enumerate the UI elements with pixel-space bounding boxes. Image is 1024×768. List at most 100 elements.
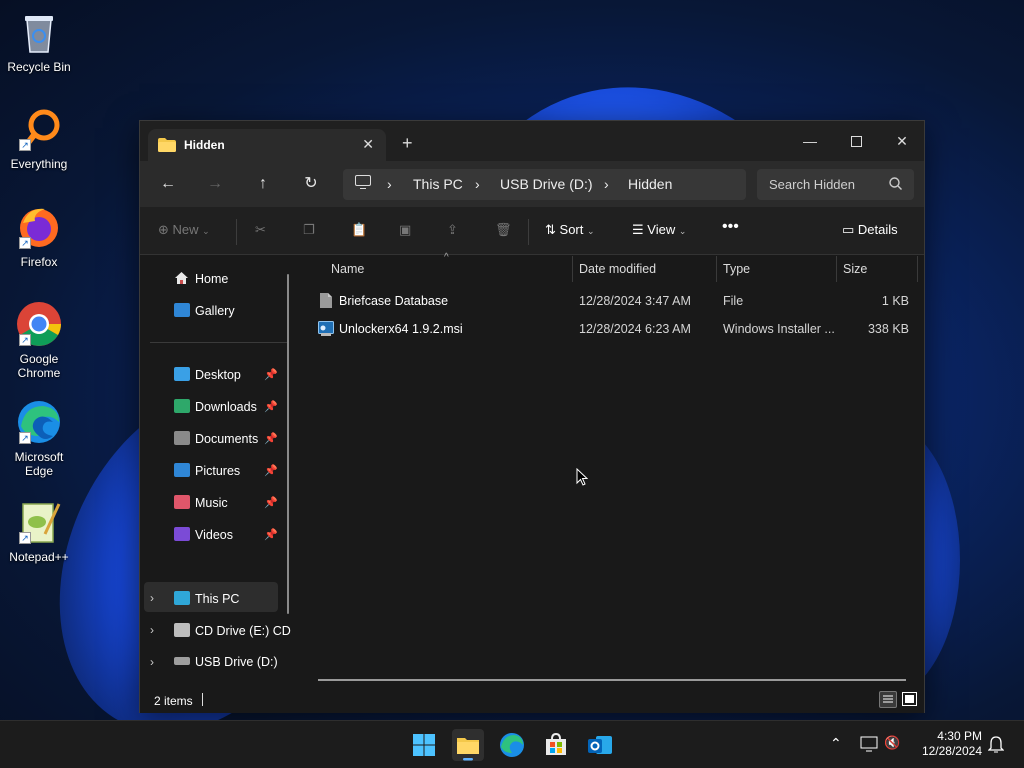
taskbar-edge[interactable] (496, 729, 528, 761)
search-box[interactable]: Search Hidden (757, 169, 914, 200)
paste-icon[interactable]: 📋 (351, 222, 367, 238)
sidebar-item-pictures[interactable]: Pictures (174, 463, 240, 478)
pictures-icon (174, 463, 190, 477)
sidebar-item-desktop[interactable]: Desktop (174, 367, 241, 382)
taskbar-outlook[interactable] (584, 729, 616, 761)
desktop-icon-notepadpp[interactable]: ↗ Notepad++ (0, 498, 78, 564)
toolbar-divider (528, 219, 529, 245)
new-button[interactable]: ⊕ New ⌄ (158, 222, 210, 238)
desktop-icon-google-chrome[interactable]: ↗ Google Chrome (0, 300, 78, 380)
tab-hidden[interactable]: Hidden ✕ (148, 129, 386, 161)
pin-icon[interactable]: 📌 (264, 496, 278, 509)
sidebar-item-documents[interactable]: Documents (174, 431, 258, 446)
column-divider[interactable] (836, 256, 837, 282)
breadcrumb-hidden[interactable]: Hidden (628, 176, 672, 192)
desktop-icon-label: Microsoft Edge (14, 450, 64, 478)
search-input[interactable]: Search Hidden (769, 177, 855, 192)
pin-icon[interactable]: 📌 (264, 528, 278, 541)
share-icon[interactable]: ⇪ (447, 222, 458, 238)
taskbar: ⌃ 🔇 4:30 PM 12/28/2024 (0, 720, 1024, 768)
sidebar-item-downloads[interactable]: Downloads (174, 399, 257, 414)
sidebar-item-gallery[interactable]: Gallery (174, 303, 235, 318)
desktop-icon-recycle-bin[interactable]: Recycle Bin (0, 8, 78, 74)
column-divider[interactable] (572, 256, 573, 282)
desktop-icon-firefox[interactable]: ↗ Firefox (0, 203, 78, 269)
pin-icon[interactable]: 📌 (264, 368, 278, 381)
column-header-size[interactable]: Size (843, 262, 867, 276)
forward-icon[interactable]: → (201, 172, 229, 196)
breadcrumb-this-pc[interactable]: This PC (413, 176, 463, 192)
clock-date: 12/28/2024 (921, 744, 982, 758)
column-header-type[interactable]: Type (723, 262, 750, 276)
desktop-icon-microsoft-edge[interactable]: ↗ Microsoft Edge (0, 398, 78, 478)
pin-icon[interactable]: 📌 (264, 432, 278, 445)
computer-icon (174, 591, 190, 605)
up-icon[interactable]: ↑ (249, 172, 277, 196)
copy-icon[interactable]: ❐ (303, 222, 315, 238)
sidebar-item-this-pc[interactable]: This PC (174, 591, 239, 606)
system-clock[interactable]: 4:30 PM 12/28/2024 (912, 729, 982, 759)
taskbar-file-explorer[interactable] (452, 729, 484, 761)
desktop-icon-label: Firefox (20, 255, 58, 269)
back-icon[interactable]: ← (154, 172, 182, 196)
cut-icon[interactable]: ✂ (255, 222, 266, 238)
desktop-icon-label: Google Chrome (17, 352, 61, 380)
file-size: 1 KB (881, 294, 909, 308)
store-icon (546, 732, 566, 755)
search-icon (889, 177, 902, 193)
column-divider[interactable] (917, 256, 918, 282)
network-icon[interactable] (860, 736, 878, 755)
folder-icon (158, 138, 176, 155)
notification-bell-icon[interactable] (987, 735, 1005, 756)
desktop-folder-icon (174, 367, 190, 381)
sidebar-item-videos[interactable]: Videos (174, 527, 233, 542)
pin-icon[interactable]: 📌 (264, 400, 278, 413)
minimize-icon[interactable]: — (790, 127, 830, 155)
expand-chevron-icon[interactable]: › (150, 623, 154, 637)
close-tab-icon[interactable]: ✕ (362, 136, 374, 153)
sidebar-item-music[interactable]: Music (174, 495, 228, 510)
desktop-icon-everything[interactable]: ↗ Everything (0, 105, 78, 171)
column-divider[interactable] (716, 256, 717, 282)
pin-icon[interactable]: 📌 (264, 464, 278, 477)
details-view-icon[interactable] (879, 691, 897, 708)
sidebar-item-usb-drive[interactable]: USB Drive (D:) (174, 655, 278, 669)
large-icons-view-icon[interactable] (901, 691, 918, 708)
close-window-icon[interactable]: ✕ (882, 127, 922, 155)
expand-chevron-icon[interactable]: › (150, 591, 154, 605)
shortcut-arrow-icon: ↗ (19, 334, 31, 346)
item-count: 2 items (154, 694, 193, 708)
sidebar-item-home[interactable]: Home (174, 271, 228, 286)
sort-icon: ⇅ (545, 222, 556, 237)
volume-muted-icon[interactable]: 🔇 (884, 735, 900, 751)
new-icon: ⊕ (158, 222, 169, 237)
taskbar-store[interactable] (540, 729, 572, 761)
expand-chevron-icon[interactable]: › (150, 655, 154, 669)
refresh-icon[interactable]: ↻ (297, 172, 325, 196)
more-options-icon[interactable]: ••• (722, 218, 739, 236)
rename-icon[interactable]: ▣ (399, 222, 411, 238)
chrome-icon: ↗ (15, 300, 63, 348)
breadcrumb-usb-drive[interactable]: USB Drive (D:) (500, 176, 593, 192)
documents-icon (174, 431, 190, 445)
outlook-icon (588, 736, 612, 754)
title-bar[interactable]: Hidden ✕ + — ✕ (140, 121, 924, 161)
sidebar-scrollbar[interactable] (287, 274, 289, 614)
sort-button[interactable]: ⇅ Sort ⌄ (545, 222, 595, 238)
column-header-date[interactable]: Date modified (579, 262, 656, 276)
start-button[interactable] (408, 729, 440, 761)
edge-icon: ↗ (15, 398, 63, 446)
horizontal-scrollbar[interactable] (318, 679, 906, 681)
view-button[interactable]: ☰ View ⌄ (632, 222, 686, 238)
details-button[interactable]: ▭ Details (842, 222, 898, 238)
status-bar: 2 items (140, 688, 924, 713)
show-hidden-icons-chevron-icon[interactable]: ⌃ (830, 735, 842, 752)
new-tab-icon[interactable]: + (402, 134, 413, 152)
maximize-icon[interactable] (836, 127, 876, 155)
usb-drive-icon (174, 657, 190, 665)
file-list: Name ^ Date modified Type Size Briefcase… (300, 252, 924, 688)
delete-icon[interactable]: 🗑 (495, 222, 512, 238)
address-bar[interactable]: › This PC › USB Drive (D:) › Hidden (343, 169, 746, 200)
sidebar-item-cd-drive[interactable]: CD Drive (E:) CD (174, 623, 291, 638)
column-header-name[interactable]: Name (331, 262, 364, 276)
